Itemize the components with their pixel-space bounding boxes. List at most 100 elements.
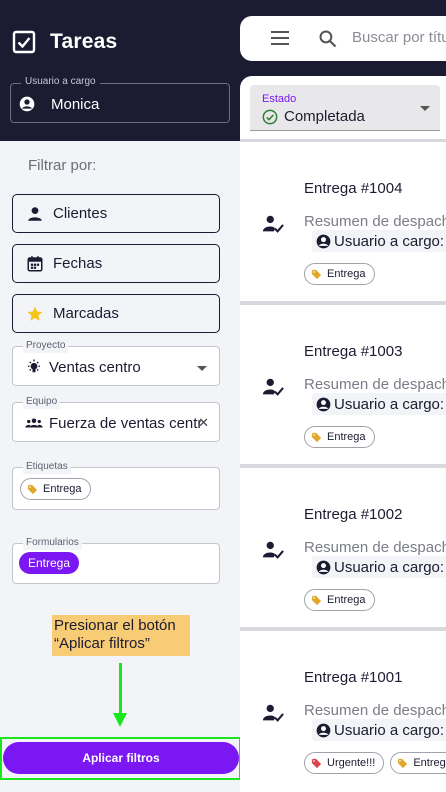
task-title: Entrega #1004 [304, 180, 403, 197]
top-bar: Buscar por título [240, 16, 446, 61]
tag-chip-label: Entrega [43, 483, 82, 495]
close-icon[interactable]: ✕ [198, 415, 209, 431]
task-assignee: Usuario a cargo: M [312, 719, 446, 741]
tag-chip[interactable]: Entrega [304, 589, 375, 611]
task-summary: Resumen de despacho [304, 376, 446, 393]
tag-chip-label: Entrega [327, 268, 366, 280]
tag-chip[interactable]: Entrega [20, 478, 91, 500]
task-assignee: Usuario a cargo: R [312, 230, 446, 252]
tag-icon [311, 758, 322, 768]
tags-field[interactable]: Etiquetas Entrega [12, 460, 220, 510]
team-value-row: Fuerza de ventas centro [25, 414, 201, 432]
task-summary: Resumen de despacho [304, 213, 446, 230]
task-card[interactable]: Entrega #1002 Resumen de despacho Usuari… [240, 468, 446, 631]
tag-chip-label: Entrega [327, 431, 366, 443]
person-check-icon [262, 378, 284, 396]
instruction-line-1: Presionar el botón [54, 617, 176, 634]
account-circle-icon [19, 96, 35, 112]
task-list-panel: Estado Completada Entrega #1004 Resumen … [240, 76, 446, 792]
person-check-icon [262, 541, 284, 559]
task-tags: Entrega [304, 263, 381, 285]
tag-icon [311, 269, 322, 279]
task-card[interactable]: Entrega #1001 Resumen de despacho Usuari… [240, 631, 446, 792]
team-select[interactable]: Equipo Fuerza de ventas centro ✕ [12, 395, 220, 442]
search-icon[interactable] [318, 29, 338, 49]
instruction-note: Presionar el botón “Aplicar filtros” [52, 615, 190, 656]
filter-clients-button[interactable]: Clientes [12, 194, 220, 233]
filter-starred-button[interactable]: Marcadas [12, 294, 220, 333]
account-circle-icon [316, 560, 331, 574]
task-assignee-text: Usuario a cargo: M [334, 721, 446, 739]
state-value-row: Completada [262, 108, 365, 125]
tag-chip[interactable]: Entrega [304, 426, 375, 448]
task-assignee-text: Usuario a cargo: M [334, 558, 446, 576]
task-title: Entrega #1003 [304, 343, 403, 360]
tag-chip[interactable]: Entrega [304, 263, 375, 285]
task-tags: Urgente!!! Entrega [304, 752, 446, 774]
sidebar-header: Tareas Usuario a cargo Monica [0, 0, 240, 141]
task-assignee-text: Usuario a cargo: M [334, 395, 446, 413]
forms-field[interactable]: Formularios Entrega [12, 536, 220, 584]
account-circle-icon [316, 397, 331, 411]
tag-chip-label: Entrega [327, 594, 366, 606]
chevron-down-icon[interactable] [420, 106, 430, 111]
filter-starred-label: Marcadas [53, 305, 119, 322]
tag-icon [398, 758, 408, 768]
task-tags: Entrega [304, 589, 381, 611]
account-circle-icon [316, 723, 331, 737]
user-in-charge-label: Usuario a cargo [21, 76, 100, 87]
app-title-text: Tareas [50, 30, 118, 53]
project-value: Ventas centro [49, 358, 141, 376]
tag-chip-urgent[interactable]: Urgente!!! [304, 752, 385, 774]
team-label: Equipo [23, 395, 61, 409]
arrow-down-icon [119, 663, 122, 717]
task-card[interactable]: Entrega #1003 Resumen de despacho Usuari… [240, 305, 446, 468]
calendar-icon [27, 255, 43, 271]
task-summary: Resumen de despacho [304, 539, 446, 556]
person-check-icon [262, 704, 284, 722]
tag-chip[interactable]: Entrega [390, 752, 446, 774]
filter-clients-label: Clientes [53, 205, 108, 222]
task-assignee-text: Usuario a cargo: R [334, 232, 446, 250]
forms-label: Formularios [23, 536, 82, 550]
task-card[interactable]: Entrega #1004 Resumen de despacho Usuari… [240, 142, 446, 305]
forms-chip-container: Entrega [19, 552, 80, 574]
task-title: Entrega #1002 [304, 506, 403, 523]
star-icon [27, 306, 43, 321]
task-tags: Entrega [304, 426, 381, 448]
chevron-down-icon[interactable] [197, 366, 207, 371]
project-label: Proyecto [23, 339, 69, 353]
apply-filters-button[interactable]: Aplicar filtros [3, 742, 239, 774]
task-assignee: Usuario a cargo: M [312, 556, 446, 578]
filter-heading: Filtrar por: [28, 157, 97, 174]
user-in-charge-value: Monica [51, 96, 100, 113]
tag-icon [311, 595, 322, 605]
task-summary: Resumen de despacho [304, 702, 446, 719]
form-chip[interactable]: Entrega [19, 552, 80, 574]
state-value: Completada [284, 108, 365, 125]
team-value: Fuerza de ventas centro [49, 414, 201, 432]
tags-label: Etiquetas [23, 460, 71, 474]
tag-chip-label: Urgente!!! [327, 757, 376, 769]
project-select[interactable]: Proyecto Ventas centro [12, 339, 220, 386]
task-assignee: Usuario a cargo: M [312, 393, 446, 415]
tag-icon [27, 484, 38, 494]
checkbox-icon [12, 30, 36, 54]
filter-dates-button[interactable]: Fechas [12, 244, 220, 283]
arrow-head [113, 713, 127, 727]
person-check-icon [262, 215, 284, 233]
search-input[interactable]: Buscar por título [352, 29, 446, 46]
group-icon [25, 418, 43, 428]
sidebar: Tareas Usuario a cargo Monica Filtrar po… [0, 0, 241, 792]
check-circle-icon [262, 109, 278, 124]
state-label: Estado [262, 93, 297, 105]
state-select[interactable]: Estado Completada [250, 85, 440, 131]
instruction-line-2: “Aplicar filtros” [54, 635, 150, 652]
lightbulb-icon [28, 359, 40, 373]
tags-chip-container: Entrega [20, 478, 91, 500]
task-title: Entrega #1001 [304, 669, 403, 686]
app-title: Tareas [12, 30, 117, 54]
user-in-charge-field[interactable]: Usuario a cargo Monica [10, 76, 230, 123]
menu-icon[interactable] [271, 31, 289, 45]
tag-icon [311, 432, 322, 442]
